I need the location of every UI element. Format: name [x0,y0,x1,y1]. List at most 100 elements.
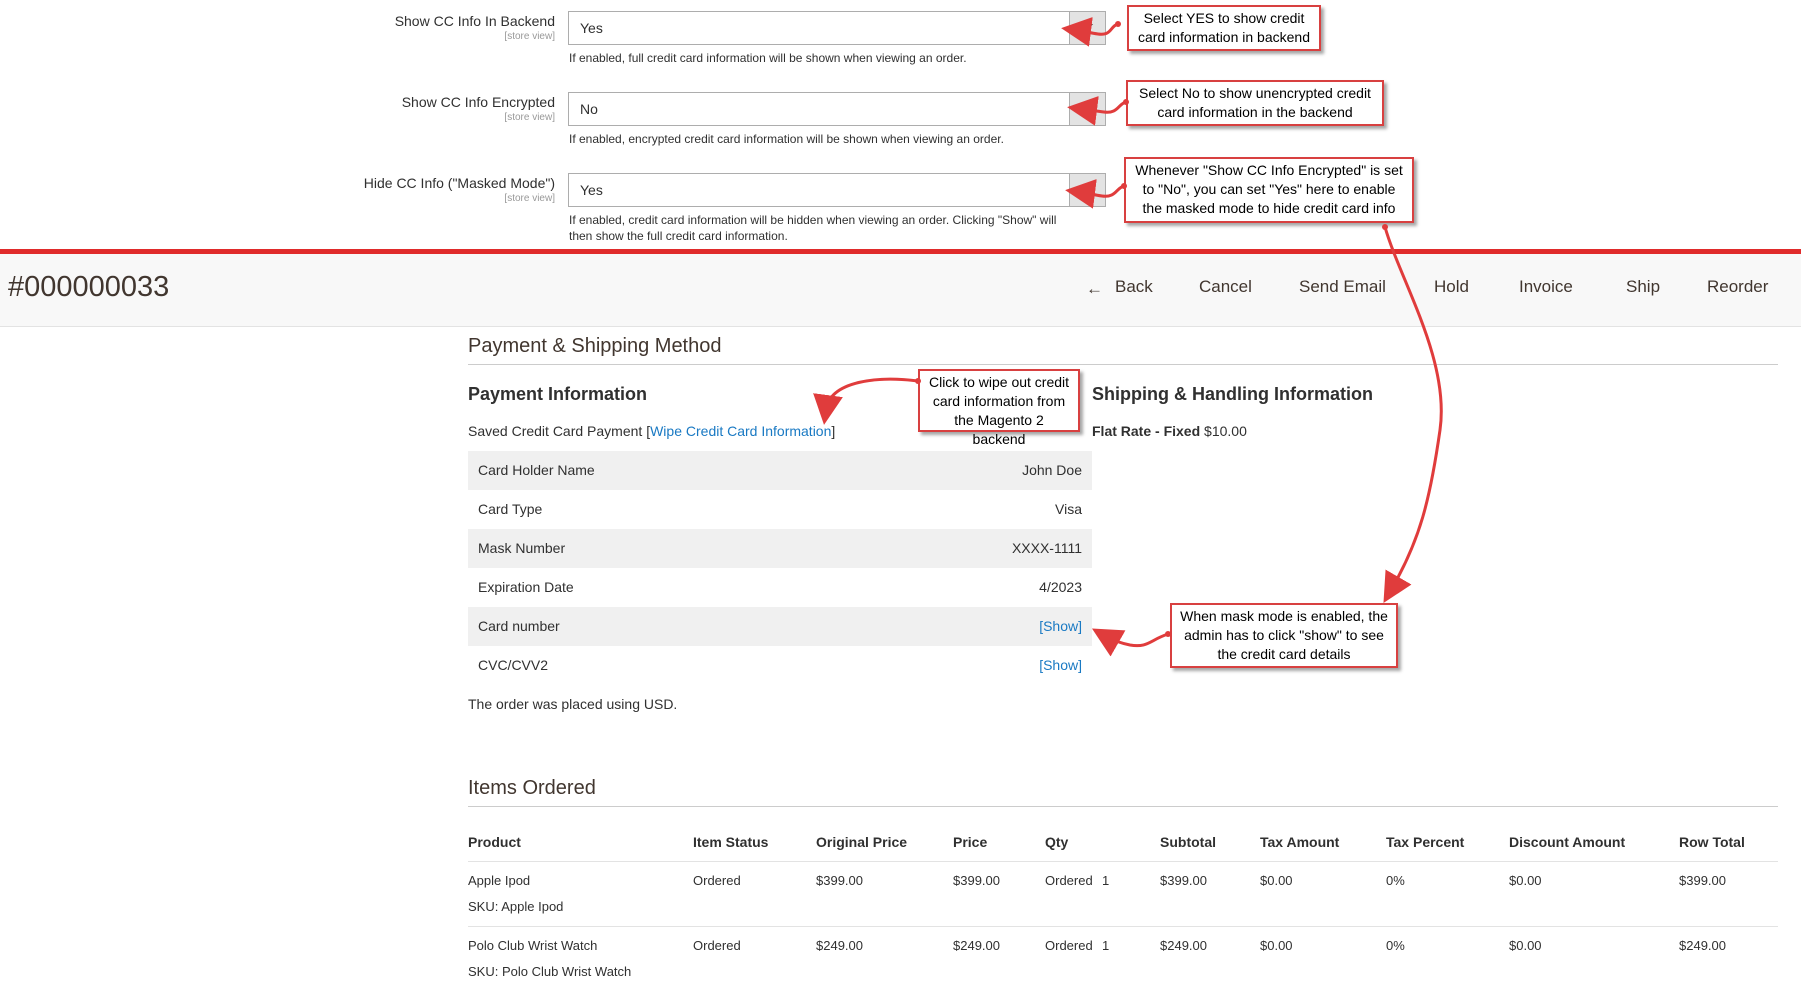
cc-key: Card number [478,618,560,634]
col-product: Product [468,834,521,850]
item-tax-percent: 0% [1386,938,1405,953]
callout-text: card information in the backend [1157,104,1353,120]
invoice-button[interactable]: Invoice [1519,277,1573,297]
col-subtotal: Subtotal [1160,834,1216,850]
item-price: $399.00 [953,873,1000,888]
show-cc-info-encrypted-select[interactable]: No [568,92,1106,126]
col-tax-amount: Tax Amount [1260,834,1340,850]
cc-key: Mask Number [478,540,566,556]
callout-text: the Magento 2 backend [954,412,1044,447]
item-original-price: $399.00 [816,873,863,888]
hide-cc-info-masked-note-line1: If enabled, credit card information will… [569,213,1057,227]
chevron-down-icon [1069,93,1105,125]
wipe-cc-link[interactable]: Wipe Credit Card Information [650,423,831,439]
col-tax-percent: Tax Percent [1386,834,1465,850]
shipping-method-name: Flat Rate - Fixed [1092,423,1201,439]
callout-text: Click to wipe out credit [928,374,1070,390]
item-status: Ordered [693,873,741,888]
cancel-button[interactable]: Cancel [1199,277,1252,297]
store-view-scope: [store view] [504,112,555,123]
reorder-button[interactable]: Reorder [1707,277,1768,297]
show-cc-info-backend-label: Show CC Info In Backend [394,13,555,29]
select-value: No [580,101,598,117]
col-price: Price [953,834,988,850]
item-subtotal: $399.00 [1160,873,1207,888]
hide-cc-info-masked-note-line2: then show the full credit card informati… [569,229,788,243]
send-email-button[interactable]: Send Email [1299,277,1386,297]
cc-info-table: Card Holder Name John Doe Card Type Visa… [468,451,1092,685]
cc-key: CVC/CVV2 [478,657,549,673]
show-cc-info-backend-select[interactable]: Yes [568,11,1106,45]
col-row-total: Row Total [1679,834,1745,850]
item-qty-label: Ordered [1045,873,1093,888]
row-divider [468,926,1778,927]
item-sku: SKU: Polo Club Wrist Watch [468,964,632,979]
shipping-method: Flat Rate - Fixed $10.00 [1092,423,1247,439]
callout-text: the credit card details [1217,646,1351,662]
item-row-total: $399.00 [1679,873,1726,888]
item-tax-amount: $0.00 [1260,938,1293,953]
item-qty: 1 [1102,873,1110,888]
currency-note: The order was placed using USD. [468,696,678,712]
chevron-down-icon [1069,174,1105,206]
callout-wipe-cc: Click to wipe out credit card informatio… [918,369,1080,447]
item-original-price: $249.00 [816,938,863,953]
select-value: Yes [580,20,603,36]
payment-shipping-section-title: Payment & Shipping Method [468,335,722,357]
item-discount: $0.00 [1509,938,1542,953]
callout-text: to "No", you can set "Yes" here to enabl… [1142,181,1396,197]
callout-masked-mode: Whenever "Show CC Info Encrypted" is set… [1124,157,1414,223]
store-view-scope: [store view] [504,31,555,42]
callout-show-encrypted: Select No to show unencrypted credit car… [1126,80,1384,126]
arrow-left-icon: ← [1086,279,1103,298]
back-button[interactable]: Back [1115,277,1153,297]
cc-value: Visa [1055,501,1082,517]
cc-row-cvc: CVC/CVV2 [Show] [468,646,1092,685]
callout-text: Select No to show unencrypted credit [1139,85,1371,101]
callout-text: When mask mode is enabled, the [1180,608,1388,624]
col-discount-amount: Discount Amount [1509,834,1626,850]
items-ordered-title: Items Ordered [468,777,596,799]
show-cc-info-backend-note: If enabled, full credit card information… [569,51,967,65]
cc-value: XXXX-1111 [1011,540,1082,556]
show-card-number-link[interactable]: [Show] [1039,618,1082,634]
item-product: Apple Ipod [468,873,531,888]
callout-text: card information in backend [1138,29,1310,45]
header-divider [468,861,1778,862]
cc-value: John Doe [1022,462,1082,478]
item-tax-percent: 0% [1386,873,1405,888]
section-divider [468,806,1778,807]
show-cvc-link[interactable]: [Show] [1039,657,1082,673]
item-qty: 1 [1102,938,1110,953]
cc-row-card-number: Card number [Show] [468,607,1092,646]
item-tax-amount: $0.00 [1260,873,1293,888]
show-cc-info-encrypted-note: If enabled, encrypted credit card inform… [569,132,1004,146]
saved-cc-prefix: Saved Credit Card Payment [ [468,423,651,439]
cc-row-holder: Card Holder Name John Doe [468,451,1092,490]
callout-mask-show: When mask mode is enabled, the admin has… [1170,603,1398,668]
callout-text: Select YES to show credit [1143,10,1305,26]
item-discount: $0.00 [1509,873,1542,888]
payment-information-title: Payment Information [468,384,648,404]
cc-value: 4/2023 [1039,579,1082,595]
callout-show-backend: Select YES to show credit card informati… [1127,5,1321,51]
hide-cc-info-masked-select[interactable]: Yes [568,173,1106,207]
col-item-status: Item Status [693,834,769,850]
store-view-scope: [store view] [504,193,555,204]
item-price: $249.00 [953,938,1000,953]
cc-key: Expiration Date [478,579,574,595]
callout-text: card information from [932,393,1066,409]
col-qty: Qty [1045,834,1069,850]
item-qty-label: Ordered [1045,938,1093,953]
item-row-total: $249.00 [1679,938,1726,953]
callout-text: Whenever "Show CC Info Encrypted" is set [1135,162,1403,178]
shipping-price: $10.00 [1204,423,1247,439]
item-subtotal: $249.00 [1160,938,1207,953]
section-divider [468,364,1778,365]
hold-button[interactable]: Hold [1434,277,1469,297]
cc-row-type: Card Type Visa [468,490,1092,529]
select-value: Yes [580,182,603,198]
order-title: #000000033 [8,271,170,303]
ship-button[interactable]: Ship [1626,277,1660,297]
shipping-handling-title: Shipping & Handling Information [1092,384,1373,404]
